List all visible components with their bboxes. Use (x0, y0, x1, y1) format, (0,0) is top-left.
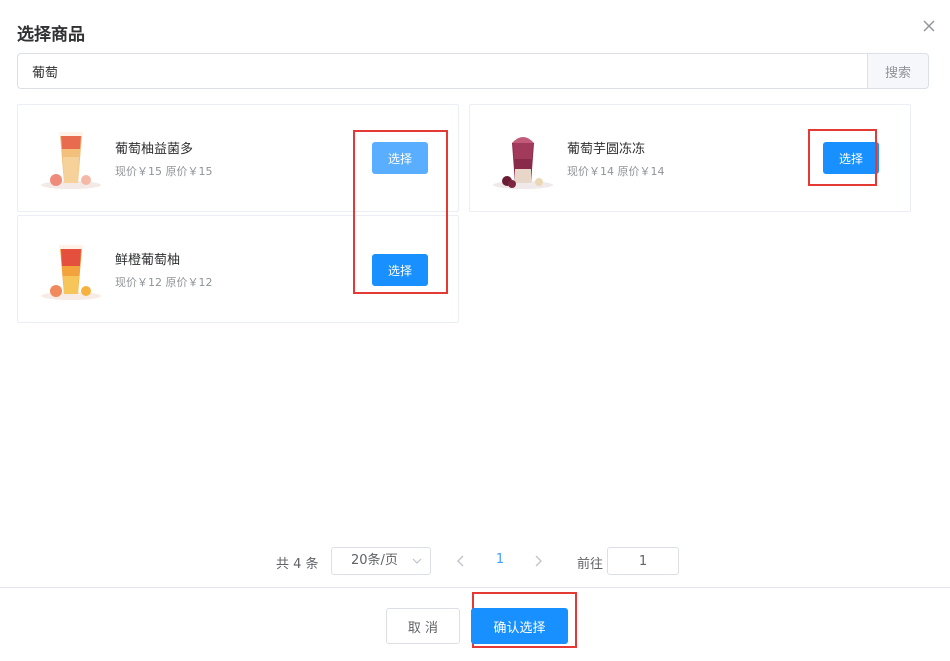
product-card: 鲜橙葡萄柚 现价￥12 原价￥12 选择 (17, 215, 459, 323)
search-input[interactable] (17, 53, 867, 89)
select-button[interactable]: 选择 (372, 142, 428, 174)
grapefruit-drink-image (38, 125, 104, 191)
search-bar: 搜索 (17, 53, 929, 89)
chevron-left-icon[interactable] (455, 553, 467, 569)
close-icon[interactable] (920, 17, 938, 35)
product-name: 葡萄芋圆冻冻 (567, 142, 646, 157)
select-button[interactable]: 选择 (823, 142, 879, 174)
page-number[interactable]: 1 (490, 552, 510, 567)
chevron-down-icon (412, 558, 422, 564)
confirm-button[interactable]: 确认选择 (471, 608, 568, 644)
orange-grapefruit-drink-image (38, 236, 104, 302)
pagination: 共 4 条 20条/页 1 前往 (0, 547, 950, 575)
product-price: 现价￥15 原价￥15 (115, 165, 213, 178)
product-card: 葡萄柚益菌多 现价￥15 原价￥15 选择 (17, 104, 459, 212)
grape-taro-drink-image (490, 125, 556, 191)
search-button[interactable]: 搜索 (867, 53, 929, 89)
goto-label: 前往 (577, 557, 604, 572)
dialog-title: 选择商品 (17, 25, 85, 45)
footer-divider (0, 587, 950, 588)
chevron-right-icon[interactable] (532, 553, 544, 569)
page-size-value: 20条/页 (351, 553, 398, 568)
product-price: 现价￥14 原价￥14 (567, 165, 665, 178)
select-button[interactable]: 选择 (372, 254, 428, 286)
product-name: 葡萄柚益菌多 (115, 142, 194, 157)
page-jump-input[interactable] (607, 547, 679, 575)
page-size-select[interactable]: 20条/页 (331, 547, 431, 575)
total-count: 共 4 条 (276, 557, 319, 572)
product-card: 葡萄芋圆冻冻 现价￥14 原价￥14 选择 (469, 104, 911, 212)
product-name: 鲜橙葡萄柚 (115, 253, 181, 268)
product-price: 现价￥12 原价￥12 (115, 276, 213, 289)
cancel-button[interactable]: 取 消 (386, 608, 460, 644)
select-product-dialog: 选择商品 搜索 葡萄柚益菌多 现价￥15 原价￥15 选择 (0, 0, 950, 661)
